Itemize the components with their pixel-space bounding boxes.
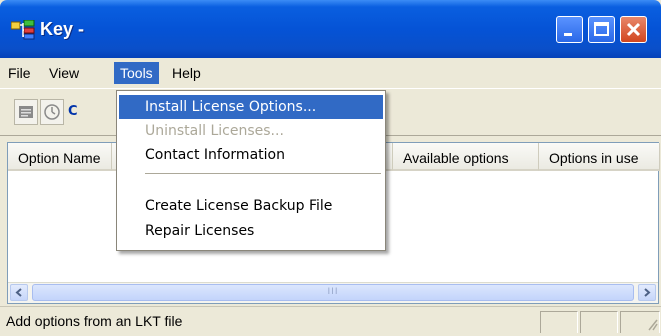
- column-option-name[interactable]: Option Name: [8, 143, 112, 171]
- menu-separator: [145, 173, 381, 174]
- minimize-icon: [564, 33, 572, 36]
- scroll-right-button[interactable]: [638, 284, 656, 301]
- clock-button[interactable]: [40, 99, 64, 125]
- menu-view[interactable]: View: [43, 62, 85, 84]
- properties-button[interactable]: [14, 99, 38, 125]
- column-available-options[interactable]: Available options: [393, 143, 539, 171]
- close-icon: [626, 22, 641, 37]
- status-pane: [540, 311, 578, 333]
- status-bar: Add options from an LKT file: [0, 306, 661, 334]
- status-pane: [580, 311, 618, 333]
- menu-bar: File View Tools Help: [0, 58, 661, 86]
- status-text: Add options from an LKT file: [6, 313, 183, 329]
- key-app-icon: [11, 20, 35, 40]
- close-button[interactable]: [620, 16, 647, 43]
- menu-item-contact-information[interactable]: Contact Information: [119, 143, 383, 167]
- clock-icon: [44, 104, 60, 120]
- maximize-icon: [594, 22, 609, 36]
- title-bar[interactable]: Key -: [0, 0, 661, 58]
- chevron-right-icon: [644, 288, 651, 297]
- toolbar-label: C: [68, 104, 78, 119]
- scroll-thumb[interactable]: III: [32, 284, 634, 301]
- horizontal-scrollbar[interactable]: III: [8, 282, 658, 303]
- menu-file[interactable]: File: [2, 62, 37, 84]
- properties-icon: [19, 106, 33, 118]
- column-options-in-use[interactable]: Options in use: [539, 143, 660, 171]
- menu-help[interactable]: Help: [166, 62, 207, 84]
- menu-item-create-backup[interactable]: Create License Backup File: [119, 194, 383, 218]
- minimize-button[interactable]: [556, 16, 583, 43]
- maximize-button[interactable]: [588, 16, 615, 43]
- menu-item-uninstall-licenses: Uninstall Licenses...: [145, 123, 284, 139]
- tools-menu: Install License Options... Uninstall Lic…: [116, 90, 386, 251]
- window-title: Key -: [40, 19, 85, 39]
- resize-grip-icon[interactable]: [621, 312, 659, 332]
- menu-item-repair-licenses[interactable]: Repair Licenses: [119, 219, 383, 243]
- menu-item-install-license-options[interactable]: Install License Options...: [119, 95, 383, 119]
- chevron-left-icon: [15, 288, 22, 297]
- scroll-left-button[interactable]: [10, 284, 28, 301]
- menu-tools[interactable]: Tools: [114, 62, 159, 84]
- status-pane: [620, 311, 660, 333]
